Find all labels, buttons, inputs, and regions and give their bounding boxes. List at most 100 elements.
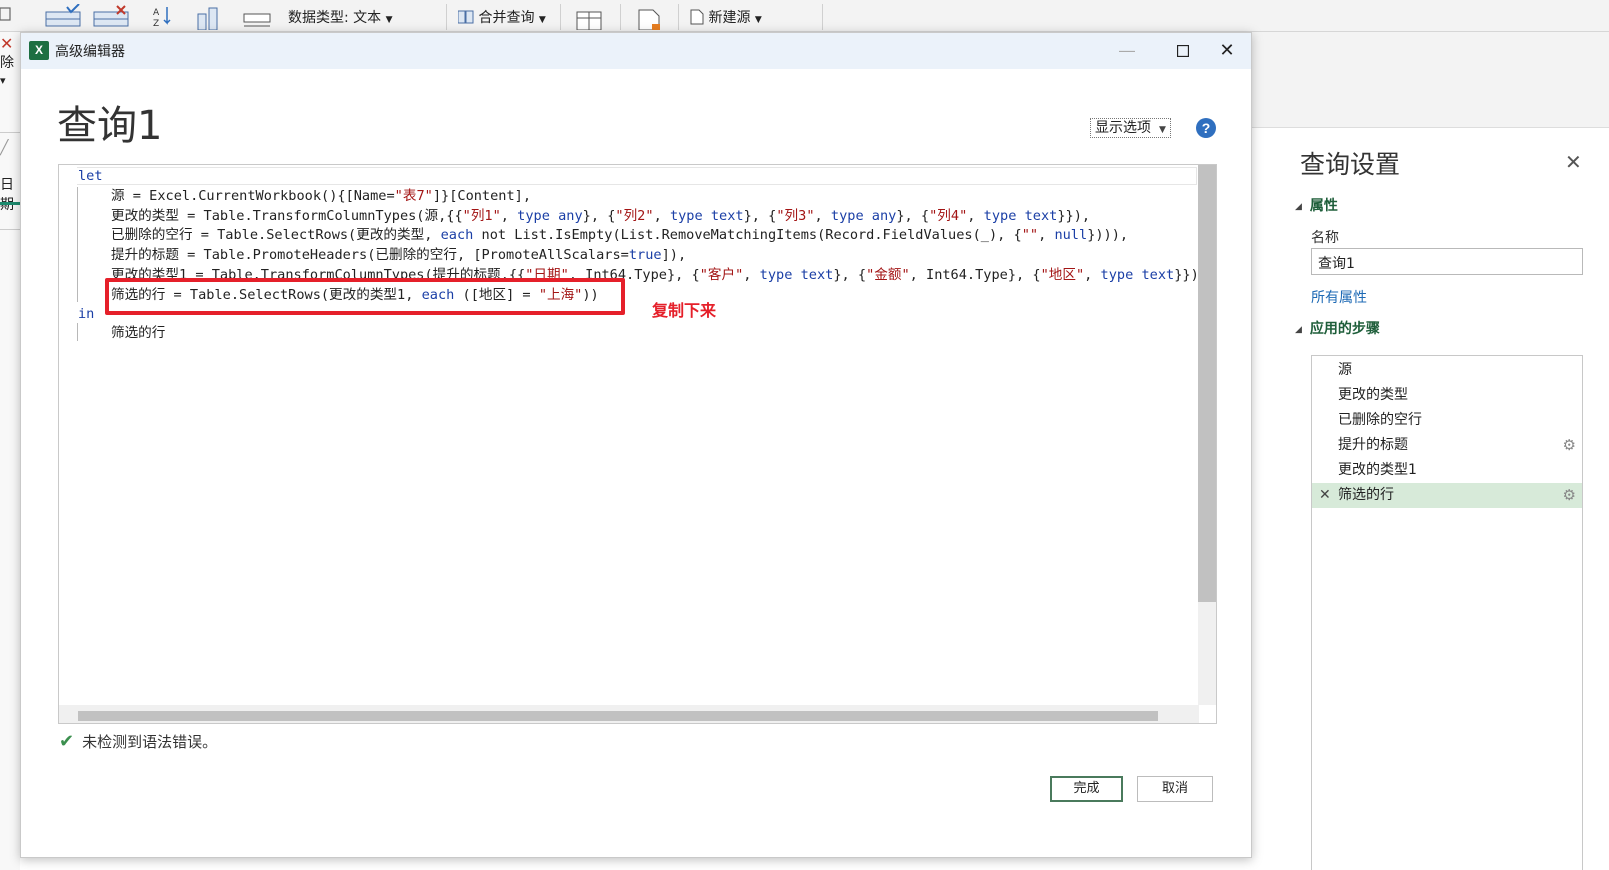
syntax-status: ✔ 未检测到语法错误。 <box>59 731 217 752</box>
display-options-label: 显示选项 <box>1095 120 1151 136</box>
background-ribbon-strip <box>1252 32 1609 128</box>
advanced-editor-dialog: X 高级编辑器 ― ✕ 查询1 显示选项 ▼ ? let 源 = Excel.Cu… <box>20 32 1252 858</box>
all-properties-link[interactable]: 所有属性 <box>1311 287 1367 307</box>
code-editor[interactable]: let 源 = Excel.CurrentWorkbook(){[Name="表… <box>58 164 1217 724</box>
svg-text:Z: Z <box>153 19 159 28</box>
step-label: 更改的类型1 <box>1338 462 1417 478</box>
step-item-filtered-rows[interactable]: ✕ 筛选的行 ⚙ <box>1312 483 1582 508</box>
delete-x-icon: ✕ <box>0 34 14 53</box>
divider <box>0 229 20 230</box>
code-line-1: let <box>78 166 103 186</box>
chevron-down-icon: ▾ <box>0 74 6 87</box>
delete-step-icon[interactable]: ✕ <box>1319 483 1331 508</box>
code-area[interactable]: let 源 = Excel.CurrentWorkbook(){[Name="表… <box>59 165 1199 705</box>
step-item-changed-type-1[interactable]: 更改的类型1 <box>1312 458 1582 483</box>
step-item-removed-blank-rows[interactable]: 已删除的空行 <box>1312 408 1582 433</box>
ribbon-separator <box>620 4 621 30</box>
column-underline <box>0 202 20 205</box>
collapse-triangle-icon: ◢ <box>1295 325 1302 335</box>
new-source-label: 新建源 <box>708 10 751 26</box>
ribbon-separator <box>446 4 447 30</box>
step-item-changed-type[interactable]: 更改的类型 <box>1312 383 1582 408</box>
annotation-highlight-box <box>105 278 625 315</box>
step-item-source[interactable]: 源 <box>1312 358 1582 383</box>
minimize-button[interactable]: ― <box>1104 37 1150 65</box>
query-settings-title: 查询设置 <box>1300 150 1401 179</box>
ribbon-separator <box>822 4 823 30</box>
svg-text:A: A <box>153 8 160 18</box>
chevron-down-icon: ▼ <box>538 15 546 25</box>
indent-guide <box>77 323 78 341</box>
sort-icon[interactable]: A Z <box>152 4 174 28</box>
step-label: 源 <box>1338 362 1352 378</box>
remove-rows-icon[interactable] <box>93 4 131 28</box>
keep-rows-icon[interactable] <box>45 4 83 28</box>
chevron-down-icon: ▼ <box>385 15 393 25</box>
step-label: 筛选的行 <box>1338 487 1394 503</box>
chevron-down-icon: ▼ <box>754 15 762 25</box>
close-icon[interactable]: ✕ <box>1565 150 1582 174</box>
horizontal-scrollbar-thumb[interactable] <box>78 711 1158 721</box>
merge-queries-button[interactable]: 合并查询 ▼ <box>457 7 546 27</box>
manage-parameters-icon[interactable] <box>575 4 605 30</box>
ribbon: A Z 数据类型: 文本 ▼ 合并查询 ▼ 新建源 ▼ <box>0 0 1609 32</box>
maximize-icon <box>1176 44 1190 58</box>
step-label: 提升的标题 <box>1338 437 1408 453</box>
excel-icon: X <box>29 41 49 60</box>
ribbon-separator <box>560 4 561 30</box>
keyword-let: let <box>78 168 103 184</box>
data-source-settings-icon[interactable] <box>636 4 666 30</box>
ribbon-left-fragment: 除 <box>0 55 14 71</box>
check-icon: ✔ <box>59 731 75 752</box>
step-label: 已删除的空行 <box>1338 412 1422 428</box>
applied-steps-list: 源 更改的类型 已删除的空行 提升的标题 ⚙ 更改的类型1 ✕ 筛选的行 ⚙ <box>1311 355 1583 870</box>
query-name-input[interactable]: 查询1 <box>1311 248 1583 275</box>
properties-label: 属性 <box>1309 198 1338 214</box>
pencil-icon: ╱ <box>0 140 9 156</box>
query-name-heading: 查询1 <box>57 103 163 149</box>
data-type-label: 数据类型: 文本 <box>288 10 382 26</box>
step-item-promoted-headers[interactable]: 提升的标题 ⚙ <box>1312 433 1582 458</box>
ribbon-separator <box>678 4 679 30</box>
done-button[interactable]: 完成 <box>1050 776 1123 802</box>
horizontal-scrollbar[interactable] <box>59 705 1199 723</box>
gear-icon[interactable]: ⚙ <box>1563 433 1576 458</box>
vertical-scrollbar[interactable] <box>1198 165 1216 705</box>
vertical-scrollbar-thumb[interactable] <box>1198 165 1216 602</box>
new-source-button[interactable]: 新建源 ▼ <box>690 7 762 27</box>
status-text: 未检测到语法错误。 <box>82 733 218 751</box>
data-type-dropdown[interactable]: 数据类型: 文本 ▼ <box>288 7 393 27</box>
code-line-2: 源 = Excel.CurrentWorkbook(){[Name="表7"]}… <box>111 188 532 204</box>
code-line-9: 筛选的行 <box>111 325 166 341</box>
step-label: 更改的类型 <box>1338 387 1408 403</box>
code-line-4: 已删除的空行 = Table.SelectRows(更改的类型, each no… <box>111 227 1129 243</box>
indent-guide <box>77 187 78 302</box>
dialog-title: 高级编辑器 <box>55 44 125 60</box>
applied-steps-section[interactable]: ◢ 应用的步骤 <box>1295 318 1380 338</box>
close-button[interactable]: ✕ <box>1204 37 1250 65</box>
applied-steps-label: 应用的步骤 <box>1309 321 1380 337</box>
group-by-icon[interactable] <box>241 4 275 30</box>
dialog-titlebar[interactable]: X 高级编辑器 ― ✕ <box>21 33 1251 69</box>
name-label: 名称 <box>1311 230 1339 246</box>
keyword-in: in <box>78 306 95 322</box>
help-icon[interactable]: ? <box>1196 118 1216 138</box>
ribbon-partial-icon <box>0 7 11 21</box>
cancel-button[interactable]: 取消 <box>1137 776 1213 802</box>
display-options-dropdown[interactable]: 显示选项 ▼ <box>1090 118 1171 138</box>
new-source-icon <box>690 9 704 25</box>
divider <box>0 132 20 133</box>
collapse-triangle-icon: ◢ <box>1295 202 1302 212</box>
chevron-down-icon: ▼ <box>1159 125 1166 135</box>
background-left-panel: ✕ 除 ▾ ╱ 日期 <box>0 32 20 870</box>
properties-section[interactable]: ◢ 属性 <box>1295 195 1338 215</box>
gear-icon[interactable]: ⚙ <box>1563 483 1576 508</box>
maximize-button[interactable] <box>1160 37 1206 65</box>
column-header-fragment: 日期 <box>0 177 14 213</box>
code-line-3: 更改的类型 = Table.TransformColumnTypes(源,{{"… <box>111 208 1091 224</box>
annotation-text: 复制下来 <box>652 301 717 320</box>
merge-queries-label: 合并查询 <box>478 10 535 26</box>
code-line-8: in <box>78 304 94 324</box>
code-line-5: 提升的标题 = Table.PromoteHeaders(已删除的空行, [Pr… <box>111 247 687 263</box>
split-column-icon[interactable] <box>195 4 231 30</box>
